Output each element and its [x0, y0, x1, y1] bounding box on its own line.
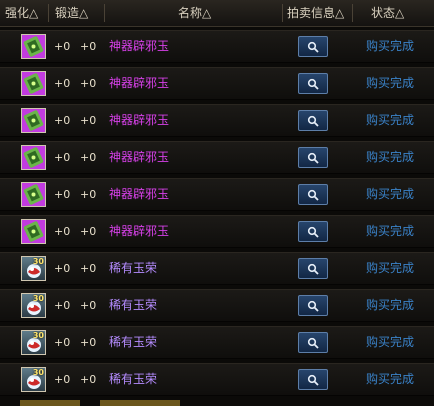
forge-value: +0	[80, 114, 97, 127]
status-text: 购买完成	[366, 39, 415, 53]
jade-card-icon[interactable]	[21, 219, 46, 244]
search-icon	[307, 115, 319, 127]
header-divider	[48, 4, 49, 22]
forge-value: +0	[80, 373, 97, 386]
header-auction-info[interactable]: 拍卖信息△	[287, 0, 344, 26]
table-row[interactable]: 30 +0 +0 稀有玉荣 购买完成	[0, 252, 434, 285]
item-level: 30	[32, 257, 44, 266]
table-row[interactable]: +0 +0 神器辟邪玉 购买完成	[0, 141, 434, 174]
table-row[interactable]: +0 +0 神器辟邪玉 购买完成	[0, 215, 434, 248]
enhance-value: +0	[54, 77, 71, 90]
table-row[interactable]: 30 +0 +0 稀有玉荣 购买完成	[0, 289, 434, 322]
jade-card-icon[interactable]	[21, 34, 46, 59]
forge-value: +0	[80, 262, 97, 275]
jade-orb-icon[interactable]: 30	[21, 256, 46, 281]
item-name[interactable]: 神器辟邪玉	[109, 68, 169, 99]
item-level: 30	[32, 294, 44, 303]
forge-value: +0	[80, 188, 97, 201]
status-text: 购买完成	[366, 298, 415, 312]
auction-info-button[interactable]	[298, 73, 328, 94]
search-icon	[307, 152, 319, 164]
search-icon	[307, 189, 319, 201]
table-row[interactable]: +0 +0 神器辟邪玉 购买完成	[0, 30, 434, 63]
jade-orb-icon[interactable]: 30	[21, 367, 46, 392]
status-text: 购买完成	[366, 372, 415, 386]
bottom-edge	[0, 400, 434, 406]
auction-info-button[interactable]	[298, 295, 328, 316]
status-text: 购买完成	[366, 187, 415, 201]
search-icon	[307, 41, 319, 53]
item-name[interactable]: 稀有玉荣	[109, 364, 157, 395]
item-name[interactable]: 神器辟邪玉	[109, 31, 169, 62]
auction-info-button[interactable]	[298, 110, 328, 131]
status-text: 购买完成	[366, 113, 415, 127]
forge-value: +0	[80, 77, 97, 90]
enhance-value: +0	[54, 40, 71, 53]
auction-info-button[interactable]	[298, 332, 328, 353]
status-text: 购买完成	[366, 150, 415, 164]
forge-value: +0	[80, 225, 97, 238]
header-divider	[282, 4, 283, 22]
table-row[interactable]: 30 +0 +0 稀有玉荣 购买完成	[0, 363, 434, 396]
enhance-value: +0	[54, 336, 71, 349]
auction-info-button[interactable]	[298, 147, 328, 168]
item-name[interactable]: 神器辟邪玉	[109, 105, 169, 136]
jade-card-icon[interactable]	[21, 108, 46, 133]
jade-card-icon[interactable]	[21, 71, 46, 96]
item-level: 30	[32, 368, 44, 377]
item-name[interactable]: 稀有玉荣	[109, 327, 157, 358]
item-level: 30	[32, 331, 44, 340]
header-forge[interactable]: 锻造△	[55, 0, 88, 26]
status-text: 购买完成	[366, 224, 415, 238]
enhance-value: +0	[54, 262, 71, 275]
search-icon	[307, 374, 319, 386]
table-row[interactable]: +0 +0 神器辟邪玉 购买完成	[0, 104, 434, 137]
table-row[interactable]: 30 +0 +0 稀有玉荣 购买完成	[0, 326, 434, 359]
forge-value: +0	[80, 336, 97, 349]
item-name[interactable]: 神器辟邪玉	[109, 179, 169, 210]
auction-info-button[interactable]	[298, 36, 328, 57]
jade-card-icon[interactable]	[21, 182, 46, 207]
status-text: 购买完成	[366, 76, 415, 90]
jade-orb-icon[interactable]: 30	[21, 293, 46, 318]
jade-card-icon[interactable]	[21, 145, 46, 170]
auction-info-button[interactable]	[298, 369, 328, 390]
enhance-value: +0	[54, 151, 71, 164]
auction-info-button[interactable]	[298, 221, 328, 242]
enhance-value: +0	[54, 188, 71, 201]
status-text: 购买完成	[366, 261, 415, 275]
header-status[interactable]: 状态△	[371, 0, 404, 26]
header-enhance[interactable]: 强化△	[5, 0, 38, 26]
jade-orb-icon[interactable]: 30	[21, 330, 46, 355]
search-icon	[307, 78, 319, 90]
forge-value: +0	[80, 151, 97, 164]
header-divider	[352, 4, 353, 22]
enhance-value: +0	[54, 299, 71, 312]
header-divider	[104, 4, 105, 22]
item-name[interactable]: 神器辟邪玉	[109, 142, 169, 173]
search-icon	[307, 226, 319, 238]
search-icon	[307, 263, 319, 275]
forge-value: +0	[80, 299, 97, 312]
enhance-value: +0	[54, 373, 71, 386]
item-name[interactable]: 稀有玉荣	[109, 290, 157, 321]
table-row[interactable]: +0 +0 神器辟邪玉 购买完成	[0, 178, 434, 211]
enhance-value: +0	[54, 114, 71, 127]
auction-info-button[interactable]	[298, 184, 328, 205]
search-icon	[307, 300, 319, 312]
item-name[interactable]: 稀有玉荣	[109, 253, 157, 284]
status-text: 购买完成	[366, 335, 415, 349]
enhance-value: +0	[54, 225, 71, 238]
auction-info-button[interactable]	[298, 258, 328, 279]
item-name[interactable]: 神器辟邪玉	[109, 216, 169, 247]
header-name[interactable]: 名称△	[178, 0, 211, 26]
table-row[interactable]: +0 +0 神器辟邪玉 购买完成	[0, 67, 434, 100]
search-icon	[307, 337, 319, 349]
table-header: 强化△ 锻造△ 名称△ 拍卖信息△ 状态△	[0, 0, 434, 27]
forge-value: +0	[80, 40, 97, 53]
